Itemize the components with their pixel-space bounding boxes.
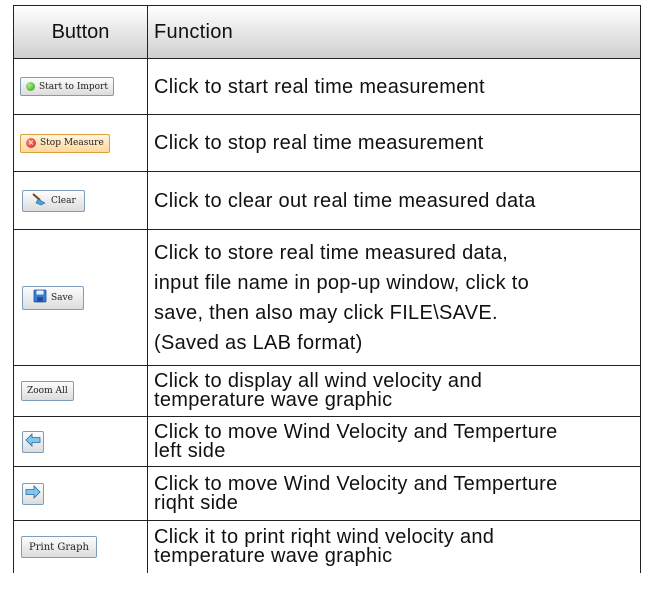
table-row: Start to Import Click to start real time… bbox=[14, 59, 640, 115]
floppy-disk-icon bbox=[33, 289, 47, 306]
clear-button[interactable]: Clear bbox=[22, 189, 85, 212]
function-text: Click it to print riqht wind velocity an… bbox=[154, 526, 495, 567]
move-left-button[interactable] bbox=[22, 430, 44, 453]
header-function: Function bbox=[154, 20, 234, 43]
function-text: Click to move Wind Velocity and Tempertu… bbox=[154, 420, 558, 462]
table-row: Print Graph Click it to print riqht wind… bbox=[14, 521, 640, 573]
function-text: Click to start real time measurement bbox=[154, 75, 485, 98]
table-row: Save Click to store real time measured d… bbox=[14, 230, 640, 366]
broom-icon bbox=[31, 192, 47, 209]
red-x-icon: × bbox=[26, 138, 36, 148]
table-row: × Stop Measure Click to stop real time m… bbox=[14, 115, 640, 172]
save-button[interactable]: Save bbox=[22, 285, 84, 310]
green-dot-icon bbox=[26, 82, 35, 91]
header-button: Button bbox=[14, 6, 148, 58]
stop-measure-button[interactable]: × Stop Measure bbox=[20, 133, 110, 153]
function-text: Click to clear out real time measured da… bbox=[154, 189, 536, 212]
function-text: Click to stop real time measurement bbox=[154, 132, 484, 154]
button-function-table: Button Function Start to Import Click to… bbox=[13, 5, 641, 573]
right-arrow-icon bbox=[25, 485, 41, 502]
table-row: Clear Click to clear out real time measu… bbox=[14, 172, 640, 230]
table-row: Click to move Wind Velocity and Tempertu… bbox=[14, 417, 640, 467]
left-arrow-icon bbox=[25, 433, 41, 450]
zoom-all-button[interactable]: Zoom All bbox=[21, 381, 74, 401]
start-to-import-button[interactable]: Start to Import bbox=[20, 77, 115, 96]
table-row: Zoom All Click to display all wind veloc… bbox=[14, 366, 640, 417]
move-right-button[interactable] bbox=[22, 482, 44, 505]
print-graph-button[interactable]: Print Graph bbox=[21, 536, 97, 558]
table-row: Click to move Wind Velocity and Tempertu… bbox=[14, 467, 640, 521]
function-text: Click to display all wind velocity and t… bbox=[154, 370, 483, 411]
function-text: Click to move Wind Velocity and Tempertu… bbox=[154, 472, 558, 514]
function-text: Click to store real time measured data, … bbox=[154, 241, 530, 354]
table-header: Button Function bbox=[14, 6, 640, 59]
